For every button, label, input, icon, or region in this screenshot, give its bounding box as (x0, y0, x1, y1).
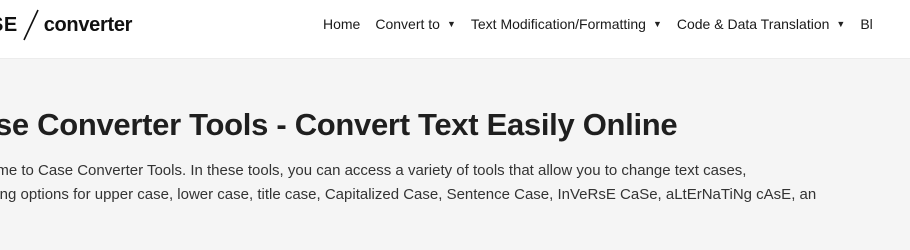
main-nav: Home Convert to ▼ Text Modification/Form… (323, 16, 888, 32)
site-logo[interactable]: SE converter (0, 8, 132, 42)
nav-item-convert-to[interactable]: Convert to ▼ (375, 16, 456, 32)
site-header: SE converter Home Convert to ▼ Text Modi… (0, 0, 910, 59)
nav-item-code-data-translation[interactable]: Code & Data Translation ▼ (677, 16, 845, 32)
nav-item-label: Code & Data Translation (676, 16, 830, 32)
intro-line: ome to Case Converter Tools. In these to… (0, 162, 747, 179)
chevron-down-icon: ▼ (836, 18, 846, 29)
intro-line: e. (0, 207, 910, 231)
intro-paragraph: ome to Case Converter Tools. In these to… (0, 159, 910, 231)
content-section: ase Converter Tools - Convert Text Easil… (0, 59, 910, 250)
page-title: ase Converter Tools - Convert Text Easil… (0, 107, 678, 142)
logo-case-text: SE (0, 13, 18, 36)
intro-line: ding options for upper case, lower case,… (0, 186, 817, 203)
logo-slash-icon (20, 8, 42, 42)
nav-item-label: Home (323, 16, 361, 32)
nav-item-label: Text Modification/Formatting (470, 16, 646, 32)
chevron-down-icon: ▼ (446, 18, 456, 29)
nav-item-home[interactable]: Home (323, 16, 360, 32)
nav-item-label: Convert to (375, 16, 440, 32)
nav-item-label: Bl (860, 16, 873, 32)
logo-name-text: converter (43, 13, 133, 36)
page: SE converter Home Convert to ▼ Text Modi… (0, 0, 910, 250)
nav-item-blog[interactable]: Bl (860, 16, 872, 32)
chevron-down-icon: ▼ (652, 18, 662, 29)
nav-item-text-modification[interactable]: Text Modification/Formatting ▼ (471, 16, 662, 32)
